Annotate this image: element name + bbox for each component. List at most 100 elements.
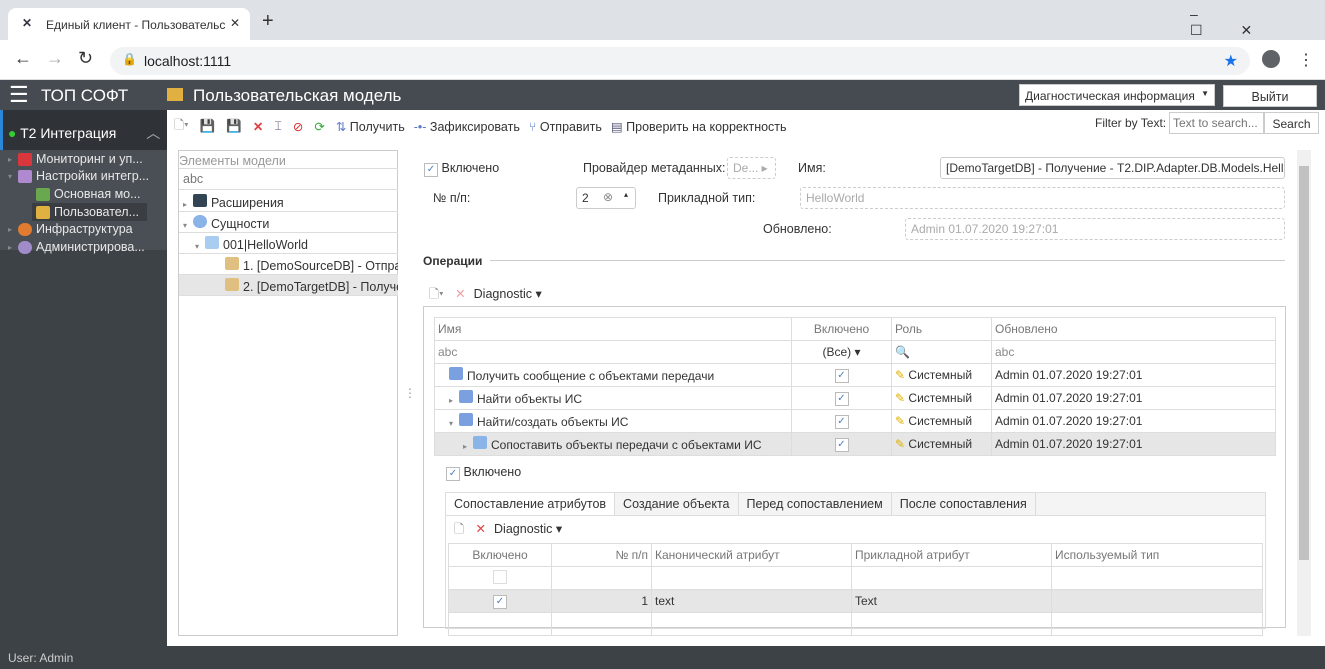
num-stepper[interactable]: 2 ⊗ ▴ bbox=[576, 187, 636, 209]
back-icon[interactable]: ← bbox=[14, 48, 32, 69]
sidebar-item-settings[interactable]: ▾ Настройки интегр... bbox=[8, 167, 149, 185]
close-tab-icon[interactable]: ✕ bbox=[230, 16, 240, 30]
diagnostic-dropdown[interactable]: Diagnostic ▾ bbox=[494, 522, 562, 536]
operation-icon bbox=[459, 413, 473, 426]
profile-icon[interactable] bbox=[1262, 50, 1280, 68]
sidebar-item-administration[interactable]: ▸ Администрирова... bbox=[8, 238, 145, 256]
diagnostic-dropdown[interactable]: Diagnostic ▾ bbox=[474, 287, 542, 301]
operation-icon bbox=[449, 367, 463, 380]
delete-icon[interactable]: ✕ bbox=[455, 287, 465, 301]
status-bar: User: Admin bbox=[0, 646, 1325, 669]
diagnostic-select[interactable]: Диагностическая информация ▼ bbox=[1019, 84, 1215, 106]
operation-icon bbox=[459, 390, 473, 403]
main-toolbar: 🗋▾ 💾 💾 ✕ ⌶ ⊘ ⟳ ⇅ Получить -•- Зафиксиров… bbox=[174, 116, 787, 137]
detail-tabs: Сопоставление атрибутов Создание объекта П… bbox=[445, 492, 1266, 636]
splitter-handle[interactable]: ⋮ bbox=[404, 386, 416, 400]
bookmark-star-icon[interactable]: ★ bbox=[1224, 51, 1238, 71]
save-icon[interactable]: 💾 bbox=[200, 119, 216, 134]
table-row[interactable]: ▾ Найти/создать объекты ИС ✓ ✎ Системный Adm… bbox=[434, 409, 1276, 433]
sidebar-section-title[interactable]: ● T2 Интеграция ︿ bbox=[8, 123, 160, 143]
toolbox-icon bbox=[18, 152, 32, 166]
send-button[interactable]: ⑂ Отправить bbox=[529, 120, 602, 134]
tree-item-helloworld[interactable]: ▾ 001|HelloWorld bbox=[179, 233, 398, 254]
filter-row[interactable] bbox=[448, 566, 1263, 590]
delete-icon[interactable]: ✕ bbox=[476, 522, 486, 536]
rename-icon[interactable]: ⌶ bbox=[274, 119, 282, 134]
lock-icon: 🔒 bbox=[122, 52, 137, 66]
tab-attribute-mapping[interactable]: Сопоставление атрибутов bbox=[446, 493, 616, 515]
delete-icon[interactable]: ✕ bbox=[253, 119, 263, 134]
table-row[interactable]: Получить сообщение с объектами передачи ✓… bbox=[434, 363, 1276, 387]
entities-icon bbox=[193, 215, 207, 228]
col-name[interactable]: Имя bbox=[434, 317, 792, 341]
logout-button[interactable]: Выйти bbox=[1223, 85, 1317, 107]
reload-icon[interactable]: ↻ bbox=[78, 48, 93, 69]
table-row[interactable]: ▸ Найти объекты ИС ✓ ✎ Системный Admin 01.07… bbox=[434, 386, 1276, 410]
forward-icon[interactable]: → bbox=[46, 48, 64, 69]
table-row[interactable]: ▸ Сопоставить объекты передачи с объектам… bbox=[434, 432, 1276, 456]
filter-role[interactable]: 🔍 bbox=[891, 340, 992, 364]
detail-enabled-checkbox[interactable]: ✓ Включено bbox=[446, 465, 521, 481]
tree-item-entities[interactable]: ▾ Сущности bbox=[179, 212, 398, 233]
name-label: Имя: bbox=[798, 161, 826, 175]
filter-enabled[interactable]: (Все) ▾ bbox=[791, 340, 892, 364]
sidebar-item-monitoring[interactable]: ▸ Мониторинг и уп... bbox=[8, 150, 143, 168]
refresh-icon[interactable]: ⟳ bbox=[314, 119, 324, 134]
filter-updated[interactable]: abc bbox=[991, 340, 1276, 364]
role-icon: ✎ bbox=[895, 391, 906, 405]
provider-field[interactable]: De... ▸ bbox=[727, 157, 776, 179]
tree-filter-input[interactable]: abc bbox=[179, 169, 398, 190]
window-controls[interactable]: –☐✕ bbox=[1190, 6, 1325, 39]
col-updated[interactable]: Обновлено bbox=[991, 317, 1276, 341]
tree-item-source[interactable]: 1. [DemoSourceDB] - Отправ bbox=[179, 254, 398, 275]
name-input[interactable]: [DemoTargetDB] - Получение - T2.DIP.Adap… bbox=[940, 157, 1285, 179]
sidebar: ● T2 Интеграция ︿ ▸ Мониторинг и уп... ▾ На… bbox=[0, 110, 167, 646]
url-text: localhost:1111 bbox=[144, 53, 232, 69]
sidebar-item-main-model[interactable]: Основная мо... bbox=[36, 185, 141, 203]
sidebar-item-infrastructure[interactable]: ▸ Инфраструктура bbox=[8, 220, 133, 238]
new-icon[interactable]: 🗋▾ bbox=[429, 287, 444, 301]
receive-button[interactable]: ⇅ Получить bbox=[336, 119, 405, 134]
app-header: ☰ ТОП СОФТ Пользовательская модель Диагн… bbox=[0, 80, 1325, 110]
hamburger-menu-icon[interactable]: ☰ bbox=[9, 82, 29, 108]
scrollbar[interactable] bbox=[1297, 150, 1311, 636]
col-applied[interactable]: Прикладной атрибут bbox=[851, 543, 1052, 567]
search-button[interactable]: Search bbox=[1264, 112, 1319, 134]
filter-input[interactable] bbox=[1169, 112, 1264, 134]
col-num[interactable]: № п/п bbox=[551, 543, 652, 567]
operations-panel: Имя Включено Роль Обновлено abc (Все) ▾ 🔍 abc … bbox=[423, 306, 1286, 636]
wrench-icon bbox=[18, 169, 32, 183]
filter-name[interactable]: abc bbox=[434, 340, 792, 364]
commit-button[interactable]: -•- Зафиксировать bbox=[414, 120, 520, 134]
new-tab-button[interactable]: + bbox=[262, 10, 274, 33]
cube-icon bbox=[205, 236, 219, 249]
col-role[interactable]: Роль bbox=[891, 317, 992, 341]
cancel-icon[interactable]: ⊘ bbox=[293, 119, 303, 134]
tree-item-target[interactable]: 2. [DemoTargetDB] - Получен bbox=[179, 275, 398, 296]
col-canonical[interactable]: Канонический атрибут bbox=[651, 543, 852, 567]
url-input[interactable]: 🔒 localhost:1111 ★ bbox=[110, 47, 1250, 75]
operations-toolbar: 🗋▾ ✕ Diagnostic ▾ bbox=[429, 285, 542, 306]
menu-kebab-icon[interactable]: ⋮ bbox=[1298, 50, 1314, 70]
browser-tabbar: ✕ Единый клиент - Пользовательс ✕ + –☐✕ bbox=[0, 0, 1325, 40]
tree-item-extensions[interactable]: ▸ Расширения bbox=[179, 191, 398, 212]
tab-after-mapping[interactable]: После сопоставления bbox=[892, 493, 1036, 515]
col-type[interactable]: Используемый тип bbox=[1051, 543, 1263, 567]
spin-icon: ▴ bbox=[624, 190, 629, 199]
table-row[interactable]: ✓ 1 text Text bbox=[448, 589, 1263, 613]
new-icon[interactable]: 🗋 bbox=[454, 522, 464, 536]
col-enabled[interactable]: Включено bbox=[448, 543, 552, 567]
new-icon[interactable]: 🗋▾ bbox=[174, 116, 189, 137]
sidebar-item-user-model[interactable]: Пользовател... bbox=[32, 203, 147, 221]
role-icon: ✎ bbox=[895, 414, 906, 428]
tab-before-mapping[interactable]: Перед сопоставлением bbox=[739, 493, 892, 515]
browser-tab[interactable]: ✕ Единый клиент - Пользовательс ✕ bbox=[8, 8, 250, 40]
col-enabled[interactable]: Включено bbox=[791, 317, 892, 341]
save-close-icon[interactable]: 💾 bbox=[226, 119, 242, 134]
tab-object-creation[interactable]: Создание объекта bbox=[615, 493, 739, 515]
filter-label: Filter by Text: bbox=[1095, 116, 1167, 130]
receive-icon: ⇅ bbox=[335, 120, 347, 134]
enabled-checkbox[interactable]: ✓ Включено bbox=[424, 161, 499, 177]
type-field[interactable]: HelloWorld bbox=[800, 187, 1285, 209]
validate-button[interactable]: ▤ Проверить на корректность bbox=[611, 119, 787, 134]
